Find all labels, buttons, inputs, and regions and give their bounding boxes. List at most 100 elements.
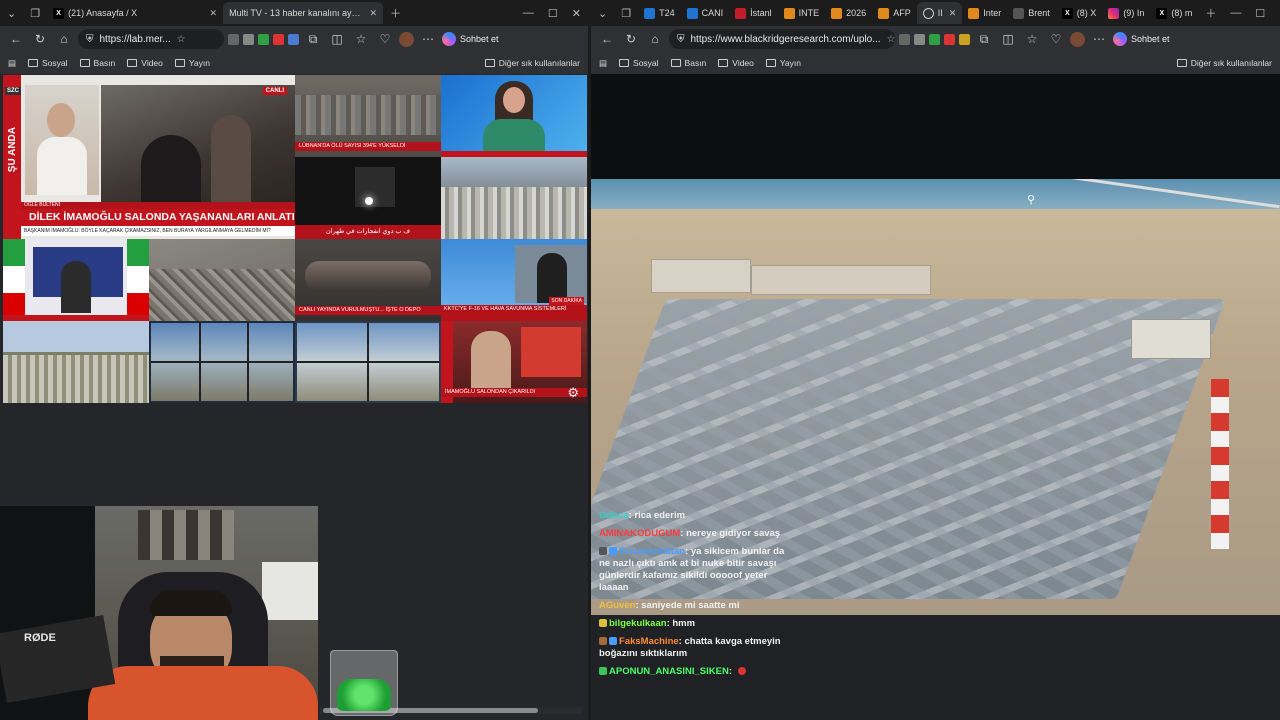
- other-bookmarks-folder[interactable]: Diğer sık kullanılanlar: [484, 58, 580, 68]
- extension-icon[interactable]: [273, 33, 284, 45]
- bookmark-folder-yayin[interactable]: Yayın: [765, 58, 801, 68]
- extension-icon[interactable]: [959, 33, 970, 45]
- window-close-button[interactable]: ✕: [1272, 7, 1280, 20]
- tab-actions-icon[interactable]: ⌄: [591, 7, 614, 20]
- bookmark-folder-basin[interactable]: Basın: [79, 58, 115, 68]
- tab-inte[interactable]: INTE: [778, 2, 826, 24]
- bookmark-folder-video[interactable]: Video: [127, 58, 163, 68]
- instagram-icon: [1108, 7, 1120, 19]
- tehran-caption: ف ب دوي انفجارات في طهران: [295, 225, 441, 239]
- extensions-puzzle-icon[interactable]: ⧉: [303, 32, 323, 47]
- emote-icon: [737, 667, 746, 676]
- tab-t24[interactable]: T24: [638, 2, 681, 24]
- tv-tile-rubble[interactable]: [149, 239, 295, 321]
- bookmark-folder-basin[interactable]: Basın: [670, 58, 706, 68]
- home-icon[interactable]: ⌂: [54, 32, 74, 46]
- inter-icon: [968, 7, 980, 19]
- new-tab-button[interactable]: ＋: [383, 5, 408, 21]
- extensions-puzzle-icon[interactable]: ⧉: [974, 32, 994, 47]
- window-close-button[interactable]: ✕: [565, 7, 588, 20]
- webcam-overlay: RØDE: [0, 506, 318, 720]
- new-tab-button[interactable]: ＋: [1198, 5, 1223, 21]
- collections-icon[interactable]: ♡: [1046, 32, 1066, 46]
- tv-tile-imamoglu[interactable]: İMAMOĞLU SALONDAN ÇIKARILDI ⚙: [441, 321, 587, 403]
- close-icon[interactable]: ✕: [210, 8, 218, 19]
- avatar[interactable]: [1070, 31, 1085, 47]
- address-bar[interactable]: ⛨ https://lab.mer... ☆: [78, 29, 224, 49]
- folder-icon: [28, 59, 39, 67]
- close-icon[interactable]: ✕: [949, 8, 957, 19]
- tab-active-image[interactable]: II ✕: [916, 2, 963, 24]
- extension-icon[interactable]: [944, 33, 955, 45]
- tv-tile-lebanon[interactable]: LÜBNAN'DA ÖLÜ SAYISI 394'E YÜKSELDİ: [295, 75, 441, 157]
- minimize-button[interactable]: —: [516, 7, 541, 19]
- tv-tile-anchor[interactable]: [441, 75, 587, 157]
- workspaces-icon[interactable]: ❐: [614, 7, 638, 20]
- bookmark-folder-video[interactable]: Video: [718, 58, 754, 68]
- sidebar-toggle-icon[interactable]: ▤: [599, 58, 607, 69]
- tab-inter[interactable]: Inter: [962, 2, 1007, 24]
- tv-tile-szc[interactable]: SZC ŞU ANDA CANLI ÖĞLE BÜLTENİ DİLEK İMA…: [3, 75, 295, 239]
- tv-tile-multicam[interactable]: [149, 321, 295, 403]
- avatar[interactable]: [399, 31, 414, 47]
- tv-tile-skyline[interactable]: [441, 157, 587, 239]
- extension-icon[interactable]: [288, 33, 299, 45]
- gear-icon[interactable]: ⚙: [567, 385, 579, 401]
- address-bar[interactable]: ⛨ https://www.blackridgeresearch.com/upl…: [669, 29, 895, 49]
- tab-brent[interactable]: Brent: [1007, 2, 1056, 24]
- extension-icon[interactable]: [929, 33, 940, 45]
- tab-x-2[interactable]: X (8) m: [1150, 2, 1198, 24]
- favorites-icon[interactable]: ☆: [351, 32, 371, 46]
- tv-tile-tehran[interactable]: ف ب دوي انفجارات في طهران: [295, 157, 441, 239]
- tv-tile-press[interactable]: [3, 239, 149, 321]
- copilot-chat-button[interactable]: Sohbet et: [442, 32, 499, 46]
- refresh-icon[interactable]: ↻: [30, 32, 50, 46]
- extension-icon[interactable]: [914, 33, 925, 45]
- more-menu-icon[interactable]: ⋯: [1089, 32, 1109, 46]
- fuel-caption: CANLI YAYINDA VURULMUŞTU... İŞTE O DEPO: [295, 306, 441, 315]
- navigation-toolbar: ← ↻ ⌂ ⛨ https://www.blackridgeresearch.c…: [591, 26, 1280, 52]
- back-icon[interactable]: ←: [597, 32, 617, 46]
- split-screen-icon[interactable]: ◫: [327, 32, 347, 46]
- bookmark-folder-sosyal[interactable]: Sosyal: [619, 58, 659, 68]
- inte-icon: [783, 7, 795, 19]
- favorite-star-icon[interactable]: ☆: [887, 34, 895, 45]
- tab-x-1[interactable]: X (8) X: [1056, 2, 1103, 24]
- split-screen-icon[interactable]: ◫: [998, 32, 1018, 46]
- refresh-icon[interactable]: ↻: [621, 32, 641, 46]
- badge-icon: [599, 667, 607, 676]
- extension-icon[interactable]: [258, 33, 269, 45]
- favorite-star-icon[interactable]: ☆: [177, 34, 186, 45]
- extension-icon[interactable]: [899, 33, 910, 45]
- tab-multi-tv[interactable]: Multi TV - 13 haber kanalını aynı a ✕: [223, 2, 384, 24]
- tab-2026[interactable]: 2026: [825, 2, 872, 24]
- collections-icon[interactable]: ♡: [375, 32, 395, 46]
- bookmark-folder-sosyal[interactable]: Sosyal: [28, 58, 68, 68]
- maximize-button[interactable]: ☐: [541, 7, 565, 20]
- tab-actions-icon[interactable]: ⌄: [0, 7, 23, 20]
- lock-icon: ⛨: [86, 33, 94, 45]
- tv-tile-jerusalem[interactable]: [3, 321, 149, 403]
- tab-x-home[interactable]: X (21) Anasayfa / X ✕: [47, 2, 223, 24]
- sidebar-toggle-icon[interactable]: ▤: [8, 58, 16, 69]
- more-menu-icon[interactable]: ⋯: [418, 32, 438, 46]
- bookmark-folder-yayin[interactable]: Yayın: [174, 58, 210, 68]
- extension-icon[interactable]: [243, 33, 254, 45]
- minimize-button[interactable]: —: [1223, 7, 1248, 19]
- tab-instagram[interactable]: (9) In: [1102, 2, 1150, 24]
- back-icon[interactable]: ←: [6, 32, 26, 46]
- tab-afp[interactable]: AFP: [872, 2, 917, 24]
- tab-istanbul[interactable]: İstanl: [729, 2, 778, 24]
- extension-icon[interactable]: [228, 33, 239, 45]
- copilot-chat-button[interactable]: Sohbet et: [1113, 32, 1170, 46]
- home-icon[interactable]: ⌂: [645, 32, 665, 46]
- tv-tile-mountain-cams[interactable]: [295, 321, 441, 403]
- tab-canli[interactable]: CANI: [681, 2, 730, 24]
- tv-tile-kktc[interactable]: KKTC'YE F-16 VE HAVA SAVUNMA SİSTEMLERİ …: [441, 239, 587, 321]
- tv-tile-fuel-depot[interactable]: CANLI YAYINDA VURULMUŞTU... İŞTE O DEPO: [295, 239, 441, 321]
- maximize-button[interactable]: ☐: [1248, 7, 1272, 20]
- other-bookmarks-folder[interactable]: Diğer sık kullanılanlar: [1176, 58, 1272, 68]
- close-icon[interactable]: ✕: [370, 8, 378, 19]
- workspaces-icon[interactable]: ❐: [23, 7, 47, 20]
- favorites-icon[interactable]: ☆: [1022, 32, 1042, 46]
